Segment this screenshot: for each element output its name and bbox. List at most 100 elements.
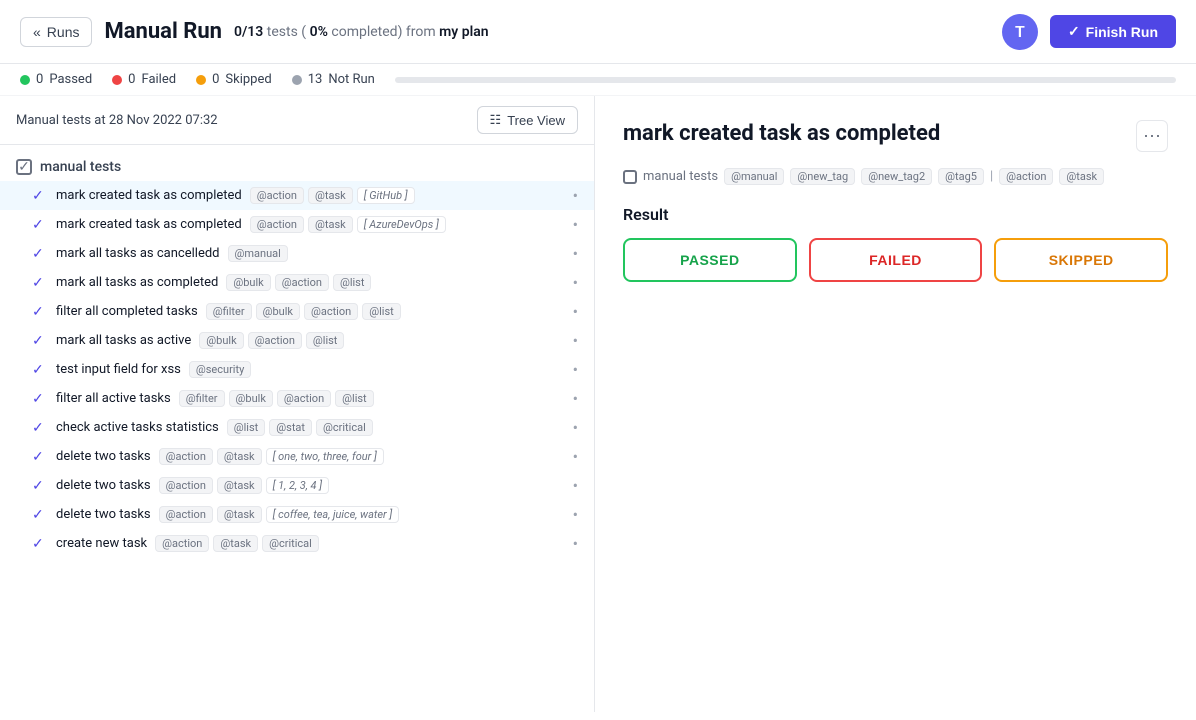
more-icon[interactable]: • — [573, 215, 578, 234]
more-icon[interactable]: • — [573, 447, 578, 466]
more-icon[interactable]: • — [573, 476, 578, 495]
notrun-dot — [292, 75, 302, 85]
tag: @task — [308, 187, 353, 204]
test-check-icon: ✓ — [32, 507, 48, 523]
breadcrumb: manual tests @manual @new_tag @new_tag2 … — [623, 168, 1168, 185]
test-item[interactable]: ✓ mark all tasks as completed @bulk @act… — [0, 268, 594, 297]
test-item[interactable]: ✓ delete two tasks @action @task [ 1, 2,… — [0, 471, 594, 500]
skipped-dot — [196, 75, 206, 85]
test-item[interactable]: ✓ filter all completed tasks @filter @bu… — [0, 297, 594, 326]
breadcrumb-extra-tag: @task — [1059, 168, 1104, 185]
test-tags: @action @task [ one, two, three, four ] — [159, 448, 384, 465]
tag: @bulk — [226, 274, 270, 291]
test-check-icon: ✓ — [32, 536, 48, 552]
test-check-icon: ✓ — [32, 449, 48, 465]
passed-button[interactable]: PASSED — [623, 238, 797, 282]
breadcrumb-tag: @manual — [724, 168, 784, 185]
back-button[interactable]: « Runs — [20, 17, 92, 47]
test-item[interactable]: ✓ mark created task as completed @action… — [0, 181, 594, 210]
tag: @action — [159, 448, 213, 465]
more-icon[interactable]: • — [573, 186, 578, 205]
test-tags: @action @task @critical — [155, 535, 319, 552]
tag: @action — [155, 535, 209, 552]
test-item[interactable]: ✓ create new task @action @task @critica… — [0, 529, 594, 558]
test-name: check active tasks statistics — [56, 420, 219, 435]
header: « Runs Manual Run 0/13 tests ( 0% comple… — [0, 0, 1196, 64]
passed-stat: 0 Passed — [20, 72, 92, 87]
progress-bar — [395, 77, 1176, 83]
test-tags: @filter @bulk @action @list — [206, 303, 401, 320]
finish-run-button[interactable]: ✓ Finish Run — [1050, 15, 1176, 48]
test-item[interactable]: ✓ mark all tasks as cancelledd @manual • — [0, 239, 594, 268]
test-name: delete two tasks — [56, 507, 151, 522]
tag: @task — [217, 448, 262, 465]
tree-view-button[interactable]: ☷ Tree View — [477, 106, 578, 134]
param-tag: [ AzureDevOps ] — [357, 216, 446, 233]
more-icon[interactable]: • — [573, 273, 578, 292]
test-name: mark all tasks as active — [56, 333, 191, 348]
failed-dot — [112, 75, 122, 85]
test-tags: @list @stat @critical — [227, 419, 373, 436]
test-name: delete two tasks — [56, 449, 151, 464]
tag: @action — [275, 274, 329, 291]
skipped-label: Skipped — [225, 72, 271, 87]
notrun-stat: 13 Not Run — [292, 72, 375, 87]
header-left: « Runs Manual Run 0/13 tests ( 0% comple… — [20, 17, 489, 47]
subtitle: 0/13 tests ( 0% completed) from my plan — [234, 24, 489, 40]
more-icon[interactable]: • — [573, 505, 578, 524]
breadcrumb-checkbox — [623, 170, 637, 184]
skipped-button[interactable]: SKIPPED — [994, 238, 1168, 282]
test-item[interactable]: ✓ filter all active tasks @filter @bulk … — [0, 384, 594, 413]
more-icon[interactable]: • — [573, 389, 578, 408]
passed-count: 0 — [36, 72, 43, 87]
more-icon[interactable]: • — [573, 302, 578, 321]
test-item[interactable]: ✓ delete two tasks @action @task [ coffe… — [0, 500, 594, 529]
breadcrumb-tag: @tag5 — [938, 168, 984, 185]
tag: @action — [304, 303, 358, 320]
group-label: manual tests — [40, 159, 121, 175]
test-item[interactable]: ✓ delete two tasks @action @task [ one, … — [0, 442, 594, 471]
test-item[interactable]: ✓ check active tasks statistics @list @s… — [0, 413, 594, 442]
breadcrumb-tag: @new_tag2 — [861, 168, 932, 185]
back-label: Runs — [47, 24, 80, 40]
test-list: ✓ manual tests ✓ mark created task as co… — [0, 145, 594, 712]
tag: @action — [250, 187, 304, 204]
test-tags: @action @task [ coffee, tea, juice, wate… — [159, 506, 400, 523]
left-panel: Manual tests at 28 Nov 2022 07:32 ☷ Tree… — [0, 96, 595, 712]
test-item[interactable]: ✓ test input field for xss @security • — [0, 355, 594, 384]
back-icon: « — [33, 24, 41, 40]
test-name: filter all completed tasks — [56, 304, 198, 319]
tag: @bulk — [256, 303, 300, 320]
tag: @task — [217, 477, 262, 494]
tag: @action — [277, 390, 331, 407]
more-icon[interactable]: • — [573, 360, 578, 379]
more-icon[interactable]: • — [573, 418, 578, 437]
test-name: mark all tasks as cancelledd — [56, 246, 220, 261]
test-item[interactable]: ✓ mark all tasks as active @bulk @action… — [0, 326, 594, 355]
more-icon[interactable]: • — [573, 331, 578, 350]
page-title: Manual Run — [104, 19, 222, 44]
failed-stat: 0 Failed — [112, 72, 176, 87]
tag: @action — [159, 506, 213, 523]
param-tag: [ GitHub ] — [357, 187, 415, 204]
test-check-icon: ✓ — [32, 275, 48, 291]
test-name: mark all tasks as completed — [56, 275, 218, 290]
group-checkbox[interactable]: ✓ — [16, 159, 32, 175]
tag: @task — [213, 535, 258, 552]
tag: @list — [362, 303, 401, 320]
test-more-button[interactable]: ⋯ — [1136, 120, 1168, 152]
test-name: mark created task as completed — [56, 188, 242, 203]
tag: @bulk — [229, 390, 273, 407]
tree-view-label: Tree View — [507, 113, 565, 128]
more-icon[interactable]: • — [573, 244, 578, 263]
panel-date: Manual tests at 28 Nov 2022 07:32 — [16, 113, 218, 128]
test-tags: @action @task [ GitHub ] — [250, 187, 415, 204]
test-item[interactable]: ✓ mark created task as completed @action… — [0, 210, 594, 239]
tag: @bulk — [199, 332, 243, 349]
tag: @manual — [228, 245, 288, 262]
tag: @security — [189, 361, 251, 378]
tag: @task — [217, 506, 262, 523]
more-icon[interactable]: • — [573, 534, 578, 553]
failed-button[interactable]: FAILED — [809, 238, 983, 282]
result-buttons: PASSED FAILED SKIPPED — [623, 238, 1168, 282]
